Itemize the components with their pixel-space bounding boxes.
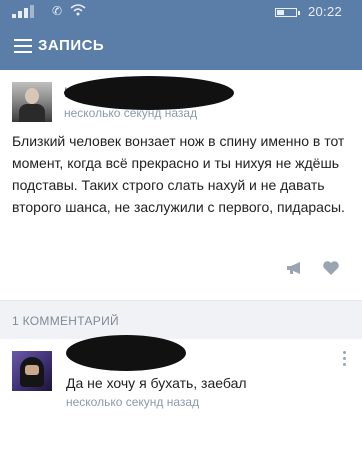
wifi-icon [70,3,86,20]
more-vertical-icon[interactable] [343,351,347,367]
post-card: К несколько секунд назад Близкий человек… [0,70,362,300]
comments-header: 1 КОММЕНТАРИЙ [0,301,362,339]
post-text: Близкий человек вонзает нож в спину имен… [12,133,345,215]
post-timestamp: несколько секунд назад [64,106,198,120]
redaction-mark [66,335,186,371]
app-bar: ЗАПИСЬ [0,24,362,70]
heart-icon[interactable] [322,260,340,276]
battery-icon [275,8,300,17]
phone-icon: ✆ [52,4,63,18]
status-bar: ✆ 20:22 [0,0,362,24]
comments-count: 1 КОММЕНТАРИЙ [12,314,119,328]
comment-timestamp: несколько секунд назад [66,395,200,409]
status-time: 20:22 [308,4,343,19]
comment-text: Да не хочу я бухать, заебал [66,375,247,391]
page-title: ЗАПИСЬ [38,37,105,54]
redaction-mark [64,76,234,110]
commenter-avatar[interactable] [12,351,52,391]
megaphone-icon[interactable] [286,261,304,275]
signal-icon [12,5,42,18]
author-avatar[interactable] [12,82,52,122]
hamburger-menu-icon[interactable] [14,39,32,53]
comment-item: Да не хочу я бухать, заебал несколько се… [0,335,362,457]
